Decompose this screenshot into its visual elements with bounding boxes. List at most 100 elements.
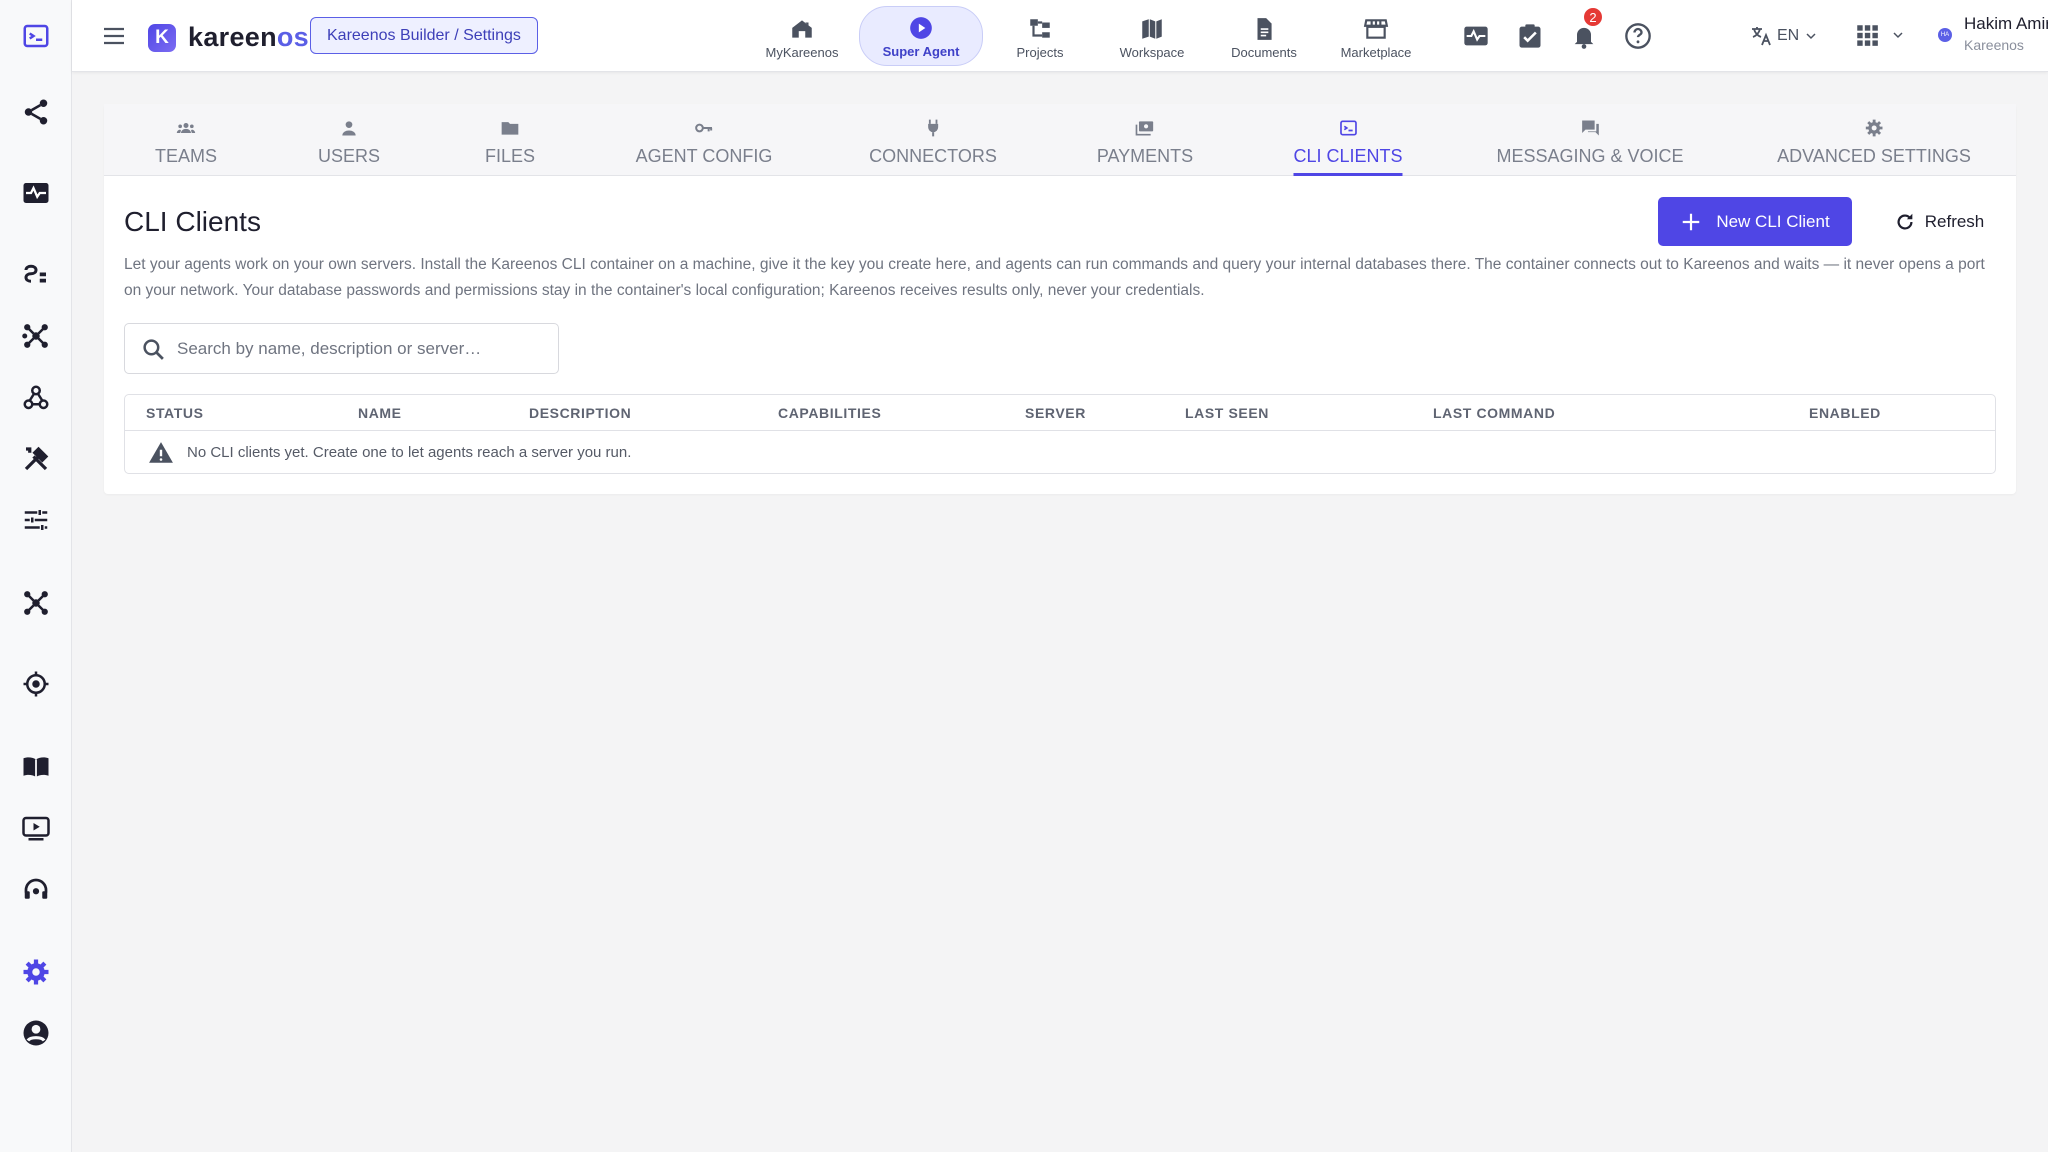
tab-label: CLI CLIENTS: [1293, 146, 1403, 166]
tab-cli-clients[interactable]: CLI CLIENTS: [1293, 104, 1403, 176]
column-last-command[interactable]: LAST COMMAND: [1433, 405, 1555, 421]
settings-icon[interactable]: [18, 954, 54, 990]
tab-teams[interactable]: TEAMS: [155, 104, 217, 176]
terminal-icon[interactable]: [18, 18, 54, 54]
top-nav: MyKareenos Super Agent Projects Workspac…: [747, 6, 1433, 66]
hierarchy-icon: [1030, 19, 1050, 38]
top-bar: K kareenos Kareenos Builder / Settings M…: [72, 0, 2048, 72]
terminal-icon: [1339, 120, 1357, 136]
tab-label: ADVANCED SETTINGS: [1777, 146, 1971, 166]
language-selector[interactable]: EN: [1749, 24, 1823, 48]
tools-icon[interactable]: [18, 441, 54, 477]
logo-text-main: kareen: [188, 22, 277, 52]
gear-icon: [1865, 119, 1883, 137]
apps-launcher[interactable]: [1854, 22, 1906, 48]
help-icon[interactable]: [1624, 22, 1652, 50]
column-server[interactable]: SERVER: [1025, 405, 1086, 421]
tab-agent-config[interactable]: AGENT CONFIG: [636, 104, 772, 176]
notifications-icon[interactable]: 2: [1570, 6, 1604, 50]
home-icon: [792, 20, 812, 38]
table-header: STATUS NAME DESCRIPTION CAPABILITIES SER…: [125, 395, 1995, 431]
refresh-icon: [1897, 213, 1913, 230]
new-cli-client-button[interactable]: New CLI Client: [1658, 197, 1852, 246]
key-icon: [695, 123, 713, 133]
tab-files[interactable]: FILES: [485, 104, 535, 176]
plug-icon: [928, 119, 938, 137]
chat-icon: [1581, 120, 1599, 136]
column-status[interactable]: STATUS: [146, 405, 204, 421]
tab-messaging-voice[interactable]: MESSAGING & VOICE: [1496, 104, 1684, 176]
tune-icon[interactable]: [18, 502, 54, 538]
search-input[interactable]: [177, 324, 547, 373]
translate-icon: [1752, 27, 1771, 46]
activity-icon[interactable]: [1462, 22, 1490, 50]
nav-label: Super Agent: [882, 44, 960, 59]
empty-state-row: No CLI clients yet. Create one to let ag…: [125, 431, 1995, 473]
cli-clients-table: STATUS NAME DESCRIPTION CAPABILITIES SER…: [124, 394, 1996, 474]
page-description: Let your agents work on your own servers…: [124, 256, 1985, 299]
nav-projects[interactable]: Projects: [985, 6, 1095, 66]
column-enabled[interactable]: ENABLED: [1809, 405, 1881, 421]
nav-label: Projects: [1016, 45, 1064, 60]
new-cli-client-label: New CLI Client: [1716, 211, 1830, 231]
tab-label: MESSAGING & VOICE: [1496, 146, 1684, 166]
tab-label: CONNECTORS: [869, 146, 997, 166]
tab-label: USERS: [317, 146, 381, 166]
store-icon: [1363, 19, 1389, 39]
nav-super-agent[interactable]: Super Agent: [859, 6, 983, 66]
nav-workspace[interactable]: Workspace: [1097, 6, 1207, 66]
account-icon[interactable]: [18, 1015, 54, 1051]
nav-marketplace[interactable]: Marketplace: [1321, 6, 1431, 66]
nav-mykareenos[interactable]: MyKareenos: [747, 6, 857, 66]
menu-icon[interactable]: [102, 24, 126, 48]
column-capabilities[interactable]: CAPABILITIES: [778, 405, 881, 421]
monitor-heart-icon[interactable]: [18, 175, 54, 211]
user-name: Hakim Amir: [1964, 14, 2048, 33]
empty-state-message: No CLI clients yet. Create one to let ag…: [187, 444, 632, 461]
tab-users[interactable]: USERS: [318, 104, 380, 176]
refresh-button[interactable]: Refresh: [1879, 197, 1999, 246]
refresh-label: Refresh: [1924, 211, 1985, 231]
target-icon[interactable]: [18, 666, 54, 702]
document-icon: [1257, 18, 1272, 40]
payments-icon: [1135, 121, 1154, 136]
tab-label: TEAMS: [154, 146, 218, 166]
tab-connectors[interactable]: CONNECTORS: [869, 104, 997, 176]
webhook-icon[interactable]: [18, 380, 54, 416]
tab-label: PAYMENTS: [1096, 146, 1194, 166]
tab-label: FILES: [484, 146, 536, 166]
nav-label: Workspace: [1119, 45, 1185, 60]
teams-icon: [176, 123, 196, 133]
search-field[interactable]: [124, 323, 559, 374]
schema-icon[interactable]: [18, 257, 54, 293]
settings-tabs: TEAMS USERS FILES AGENT CONFIG CONNECTOR…: [104, 104, 2016, 176]
chevron-down-icon: [1893, 32, 1903, 39]
folder-icon: [501, 122, 519, 135]
column-last-seen[interactable]: LAST SEEN: [1185, 405, 1269, 421]
support-icon[interactable]: [18, 872, 54, 908]
tab-payments[interactable]: PAYMENTS: [1097, 104, 1193, 176]
video-icon[interactable]: [18, 810, 54, 846]
left-rail: [0, 0, 72, 1152]
user-menu[interactable]: HA Hakim Amir Kareenos: [1938, 12, 2048, 58]
column-description[interactable]: DESCRIPTION: [529, 405, 631, 421]
book-icon[interactable]: [18, 749, 54, 785]
logo-text-accent: os: [276, 22, 309, 52]
tasks-icon[interactable]: [1516, 22, 1544, 50]
share-icon[interactable]: [18, 94, 54, 130]
settings-card: TEAMS USERS FILES AGENT CONFIG CONNECTOR…: [104, 104, 2016, 494]
play-icon: [910, 17, 932, 39]
hub-icon[interactable]: [18, 318, 54, 354]
user-icon: [342, 121, 356, 136]
breadcrumb[interactable]: Kareenos Builder / Settings: [310, 17, 538, 54]
column-name[interactable]: NAME: [358, 405, 402, 421]
user-org: Kareenos: [1964, 37, 2024, 53]
logo[interactable]: K kareenos: [148, 22, 309, 53]
logo-text: kareenos: [188, 22, 309, 53]
chevron-down-icon: [1806, 33, 1816, 40]
tab-advanced-settings[interactable]: ADVANCED SETTINGS: [1777, 104, 1971, 176]
nav-label: Documents: [1231, 45, 1297, 60]
hub-network-icon[interactable]: [18, 585, 54, 621]
nav-documents[interactable]: Documents: [1209, 6, 1319, 66]
language-label: EN: [1777, 27, 1800, 44]
